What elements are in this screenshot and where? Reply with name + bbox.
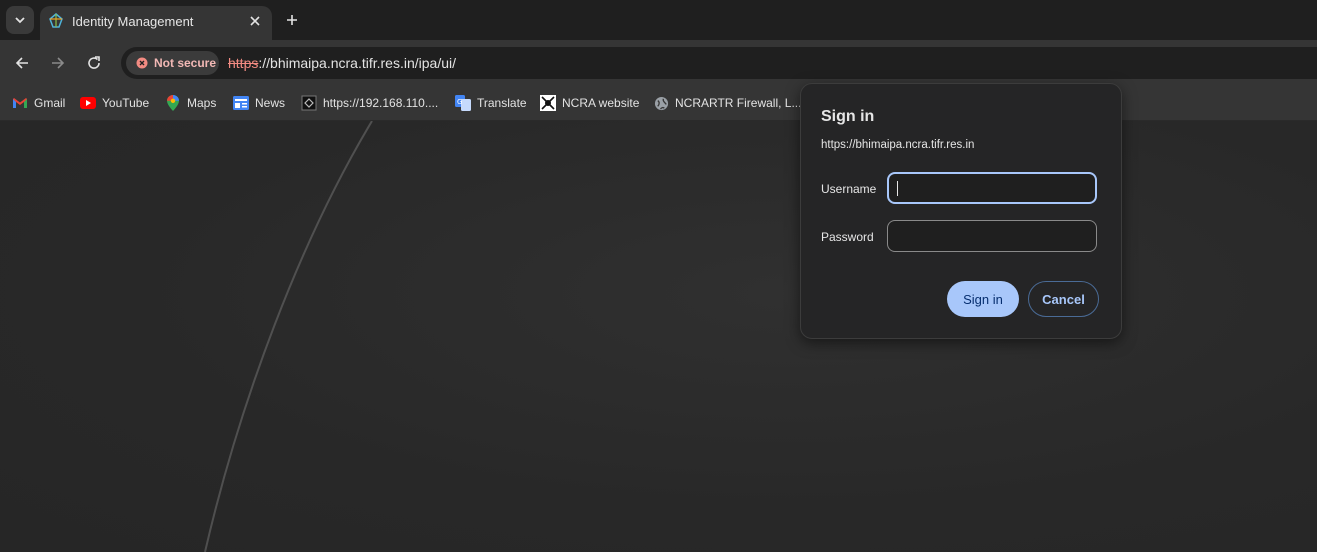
globe-icon [653,95,669,111]
sign-in-dialog: Sign in https://bhimaipa.ncra.tifr.res.i… [800,83,1122,339]
dialog-origin: https://bhimaipa.ncra.tifr.res.in [821,139,975,151]
news-icon [233,95,249,111]
address-bar[interactable]: Not secure https://bhimaipa.ncra.tifr.re… [121,47,1317,79]
not-secure-icon [136,57,148,69]
bookmark-label: https://192.168.110.... [323,96,439,110]
site-icon [301,95,317,111]
arrow-right-icon [52,57,65,69]
freeipa-icon [49,13,63,28]
bookmark-192-168-110[interactable]: https://192.168.110.... [301,92,438,114]
bookmark-maps[interactable]: Maps [165,92,216,114]
tab-search-button[interactable] [6,6,34,34]
plus-icon [287,15,297,25]
ncra-icon [540,95,556,111]
security-chip[interactable]: Not secure [126,51,219,75]
dialog-title: Sign in [821,108,875,125]
url-rest: ://bhimaipa.ncra.tifr.res.in/ipa/ui/ [258,55,457,71]
username-label: Username [821,182,877,196]
username-field[interactable] [887,172,1097,204]
tab-strip: Identity Management [0,0,1317,40]
gmail-icon [12,95,28,111]
bookmark-label: NCRARTR Firewall, L... [675,96,802,110]
bookmark-label: Maps [187,96,217,110]
bookmark-translate[interactable]: G Translate [455,92,527,114]
tab-title: Identity Management [72,14,194,29]
cancel-button[interactable]: Cancel [1028,281,1099,317]
arrow-left-icon [15,57,28,69]
bookmark-youtube[interactable]: YouTube [80,92,149,114]
svg-text:G: G [457,98,462,106]
bookmark-label: Translate [477,96,527,110]
reload-button[interactable] [82,51,106,75]
text-caret [897,181,898,196]
chevron-down-icon [15,17,25,24]
toolbar: Not secure https://bhimaipa.ncra.tifr.re… [0,40,1317,86]
security-label: Not secure [154,56,217,70]
bookmark-label: News [255,96,286,110]
bookmark-ncrartr-firewall[interactable]: NCRARTR Firewall, L... [653,92,801,114]
bookmark-label: YouTube [102,96,150,110]
youtube-icon [80,95,96,111]
tab-identity-management[interactable]: Identity Management [40,6,272,40]
reload-icon [88,56,100,69]
tab-close-button[interactable] [246,12,264,30]
bookmark-news[interactable]: News [233,92,285,114]
bookmark-gmail[interactable]: Gmail [12,92,65,114]
forward-button[interactable] [46,51,70,75]
new-tab-button[interactable] [280,8,304,32]
close-icon [250,16,260,26]
password-field[interactable] [887,220,1097,252]
translate-icon: G [455,95,471,111]
bookmark-label: NCRA website [562,96,640,110]
sign-in-button[interactable]: Sign in [947,281,1019,317]
maps-icon [165,95,181,111]
password-label: Password [821,230,874,244]
bookmark-label: Gmail [34,96,66,110]
back-button[interactable] [10,51,34,75]
url-scheme: https [228,55,259,71]
bookmark-ncra-website[interactable]: NCRA website [540,92,639,114]
url-text[interactable]: https://bhimaipa.ncra.tifr.res.in/ipa/ui… [228,55,456,71]
